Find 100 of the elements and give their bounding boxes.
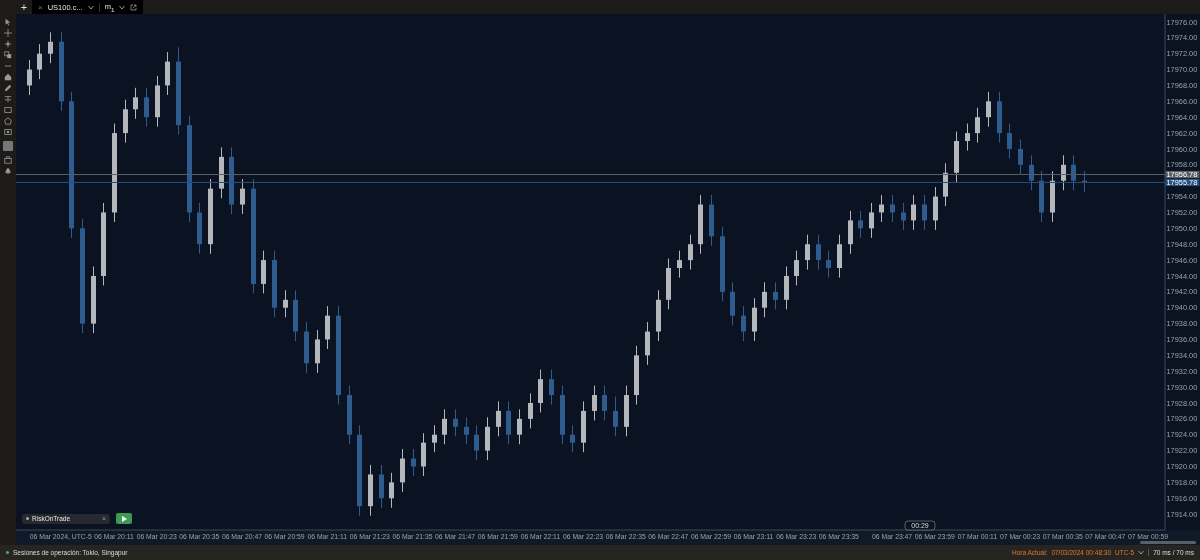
candlestick (869, 202, 874, 239)
candlestick (1071, 154, 1076, 191)
candlestick (794, 250, 799, 286)
candlestick (1061, 154, 1066, 191)
candlestick (474, 424, 479, 461)
candlestick (858, 210, 863, 239)
candlestick (752, 297, 757, 342)
candlestick (634, 345, 639, 406)
candlestick (901, 202, 906, 231)
candlestick (528, 392, 533, 429)
candlestick (464, 416, 469, 445)
candlestick (890, 194, 895, 223)
candlestick (432, 424, 437, 453)
candlestick (911, 194, 916, 231)
rectangle-icon[interactable] (4, 106, 12, 114)
briefcase-icon[interactable] (4, 156, 12, 164)
candlestick (837, 234, 842, 279)
candlestick (560, 385, 565, 445)
candlestick (453, 408, 458, 437)
candlestick (762, 281, 767, 318)
candlestick (293, 289, 298, 342)
candlestick (592, 385, 597, 421)
candlestick (698, 194, 703, 255)
candlestick (506, 400, 511, 445)
candlestick (645, 321, 650, 366)
candlestick (602, 385, 607, 421)
candlestick (922, 194, 927, 231)
close-button[interactable]: × (38, 2, 43, 12)
star-tool-icon[interactable] (4, 40, 12, 48)
candlestick (144, 87, 149, 128)
chevron-down-icon[interactable] (1138, 550, 1145, 555)
candlestick (27, 59, 32, 96)
candlestick (304, 321, 309, 374)
candlestick (219, 146, 224, 199)
scrollbar[interactable] (1140, 541, 1196, 544)
pen-icon[interactable] (4, 84, 12, 92)
candlestick (400, 448, 405, 493)
house-icon[interactable] (4, 73, 12, 81)
chevron-down-icon[interactable] (119, 4, 126, 10)
candlestick (1018, 138, 1023, 175)
pentagon-icon[interactable] (4, 117, 12, 125)
candlestick (613, 396, 618, 437)
bell-icon[interactable] (4, 167, 12, 175)
crosshair-icon[interactable] (4, 29, 12, 37)
candlestick (816, 234, 821, 271)
image-icon[interactable] (4, 128, 12, 136)
play-button[interactable] (116, 513, 132, 524)
candlestick (37, 43, 42, 80)
candlestick (538, 369, 543, 413)
candlestick (48, 31, 53, 64)
popout-icon[interactable] (130, 3, 138, 11)
cursor-icon[interactable] (4, 18, 12, 26)
candlestick (517, 408, 522, 445)
candlestick (411, 448, 416, 477)
candlestick (165, 51, 170, 96)
candlestick (656, 289, 661, 342)
shapes-icon[interactable] (4, 51, 12, 59)
candlestick (741, 305, 746, 342)
candlestick (485, 416, 490, 461)
candlestick (954, 131, 959, 183)
candlestick (805, 234, 810, 271)
candlestick (368, 464, 373, 517)
candlestick (155, 75, 160, 128)
candlestick (421, 432, 426, 477)
candlestick (272, 250, 277, 318)
candlestick (826, 250, 831, 279)
candlestick (986, 91, 991, 128)
candlestick (624, 385, 629, 437)
candlestick (688, 234, 693, 271)
chevron-down-icon[interactable] (87, 4, 94, 10)
candlestick (1050, 170, 1055, 223)
candlestick (975, 107, 980, 144)
candlestick (730, 281, 735, 326)
candlestick (325, 305, 330, 350)
candlestick (581, 400, 586, 453)
candlestick (784, 265, 789, 310)
candlestick (133, 87, 138, 120)
play-icon (121, 515, 127, 522)
candlestick (496, 400, 501, 437)
candlestick (773, 281, 778, 310)
candlestick (549, 369, 554, 406)
text-tool-icon[interactable] (4, 95, 12, 103)
candlestick (848, 210, 853, 255)
candlestick (261, 250, 266, 294)
candlestick (709, 194, 714, 247)
candlestick (1007, 123, 1012, 159)
candlestick (677, 250, 682, 279)
color-swatch[interactable] (3, 141, 13, 151)
candlestick (379, 464, 384, 509)
candlestick (347, 385, 352, 445)
candlestick (879, 194, 884, 223)
candlestick (389, 472, 394, 509)
candlestick (1039, 170, 1044, 223)
candlestick (91, 265, 96, 334)
candlestick (965, 123, 970, 152)
candlestick (197, 202, 202, 255)
candlestick (933, 186, 938, 231)
candlestick (283, 289, 288, 318)
candlestick (229, 146, 234, 215)
candlestick (442, 408, 447, 445)
